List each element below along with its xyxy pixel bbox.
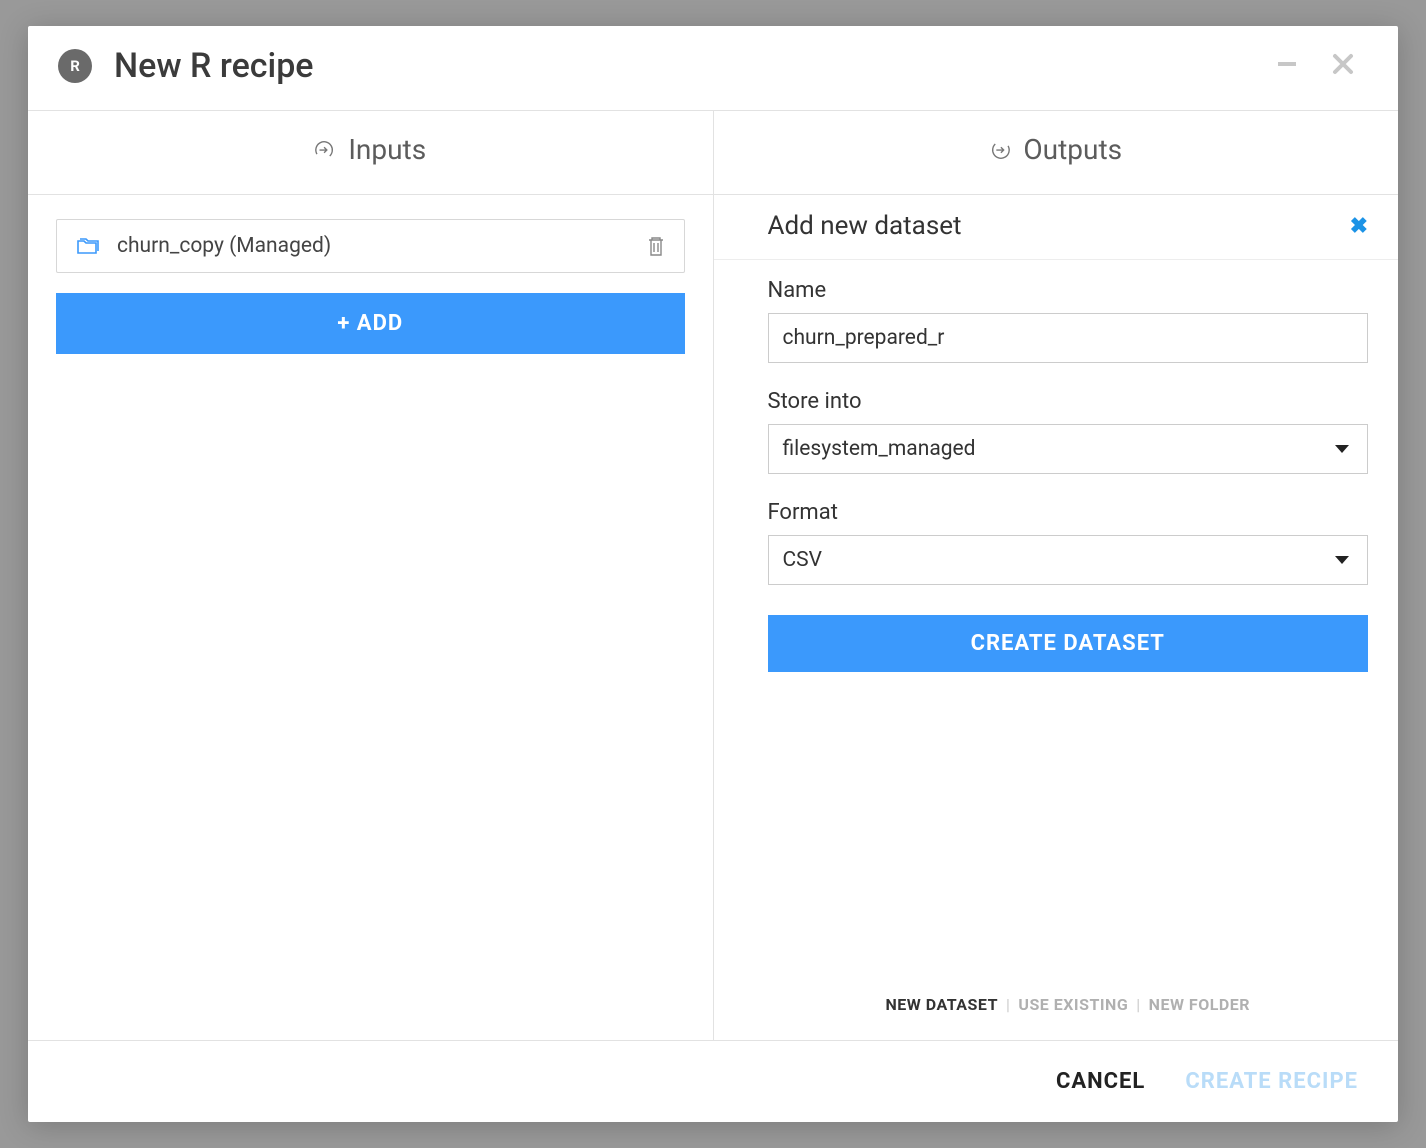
outputs-label: Outputs — [1023, 133, 1122, 166]
tab-use-existing[interactable]: USE EXISTING — [1018, 995, 1128, 1014]
output-mode-tabs: NEW DATASET | USE EXISTING | NEW FOLDER — [714, 995, 1399, 1040]
outputs-column: Outputs Add new dataset ✖ Name Store int… — [714, 111, 1399, 1040]
add-input-button[interactable]: + ADD — [56, 293, 685, 354]
minimize-button[interactable] — [1262, 53, 1312, 80]
inputs-arrow-icon — [314, 139, 336, 161]
add-dataset-header: Add new dataset ✖ — [714, 195, 1399, 260]
tab-new-dataset[interactable]: NEW DATASET — [885, 995, 998, 1014]
tab-new-folder[interactable]: NEW FOLDER — [1149, 995, 1250, 1014]
r-language-icon: R — [58, 49, 92, 83]
add-dataset-title: Add new dataset — [768, 211, 962, 241]
outputs-arrow-icon — [989, 139, 1011, 161]
store-into-value: filesystem_managed — [783, 437, 976, 461]
modal-header: R New R recipe — [28, 26, 1398, 111]
format-select[interactable]: CSV — [768, 535, 1369, 585]
modal-footer: CANCEL CREATE RECIPE — [28, 1040, 1398, 1122]
format-value: CSV — [783, 548, 823, 572]
create-dataset-button[interactable]: CREATE DATASET — [768, 615, 1369, 672]
inputs-column: Inputs churn_copy (Managed) + ADD — [28, 111, 714, 1040]
modal-body: Inputs churn_copy (Managed) + ADD — [28, 111, 1398, 1040]
input-dataset-name: churn_copy (Managed) — [117, 234, 630, 258]
inputs-header: Inputs — [28, 111, 713, 195]
inputs-body: churn_copy (Managed) + ADD — [28, 195, 713, 378]
format-label: Format — [768, 500, 1369, 525]
close-button[interactable] — [1318, 53, 1368, 80]
input-dataset-item[interactable]: churn_copy (Managed) — [56, 219, 685, 273]
inputs-label: Inputs — [348, 133, 426, 166]
store-into-label: Store into — [768, 389, 1369, 414]
new-recipe-modal: R New R recipe Inputs churn_copy (Manage… — [28, 26, 1398, 1122]
store-into-select[interactable]: filesystem_managed — [768, 424, 1369, 474]
cancel-button[interactable]: CANCEL — [1056, 1069, 1145, 1094]
caret-down-icon — [1335, 445, 1349, 453]
outputs-header: Outputs — [714, 111, 1399, 195]
create-recipe-button[interactable]: CREATE RECIPE — [1185, 1069, 1358, 1094]
delete-input-icon[interactable] — [646, 235, 666, 257]
r-icon-letter: R — [70, 57, 80, 75]
dataset-name-input[interactable] — [768, 313, 1369, 363]
folder-icon — [75, 235, 101, 257]
close-add-dataset-icon[interactable]: ✖ — [1350, 214, 1368, 239]
name-label: Name — [768, 278, 1369, 303]
add-dataset-form: Name Store into filesystem_managed Forma… — [714, 260, 1399, 672]
outputs-body: Add new dataset ✖ Name Store into filesy… — [714, 195, 1399, 1040]
caret-down-icon — [1335, 556, 1349, 564]
modal-title: New R recipe — [114, 46, 1262, 86]
